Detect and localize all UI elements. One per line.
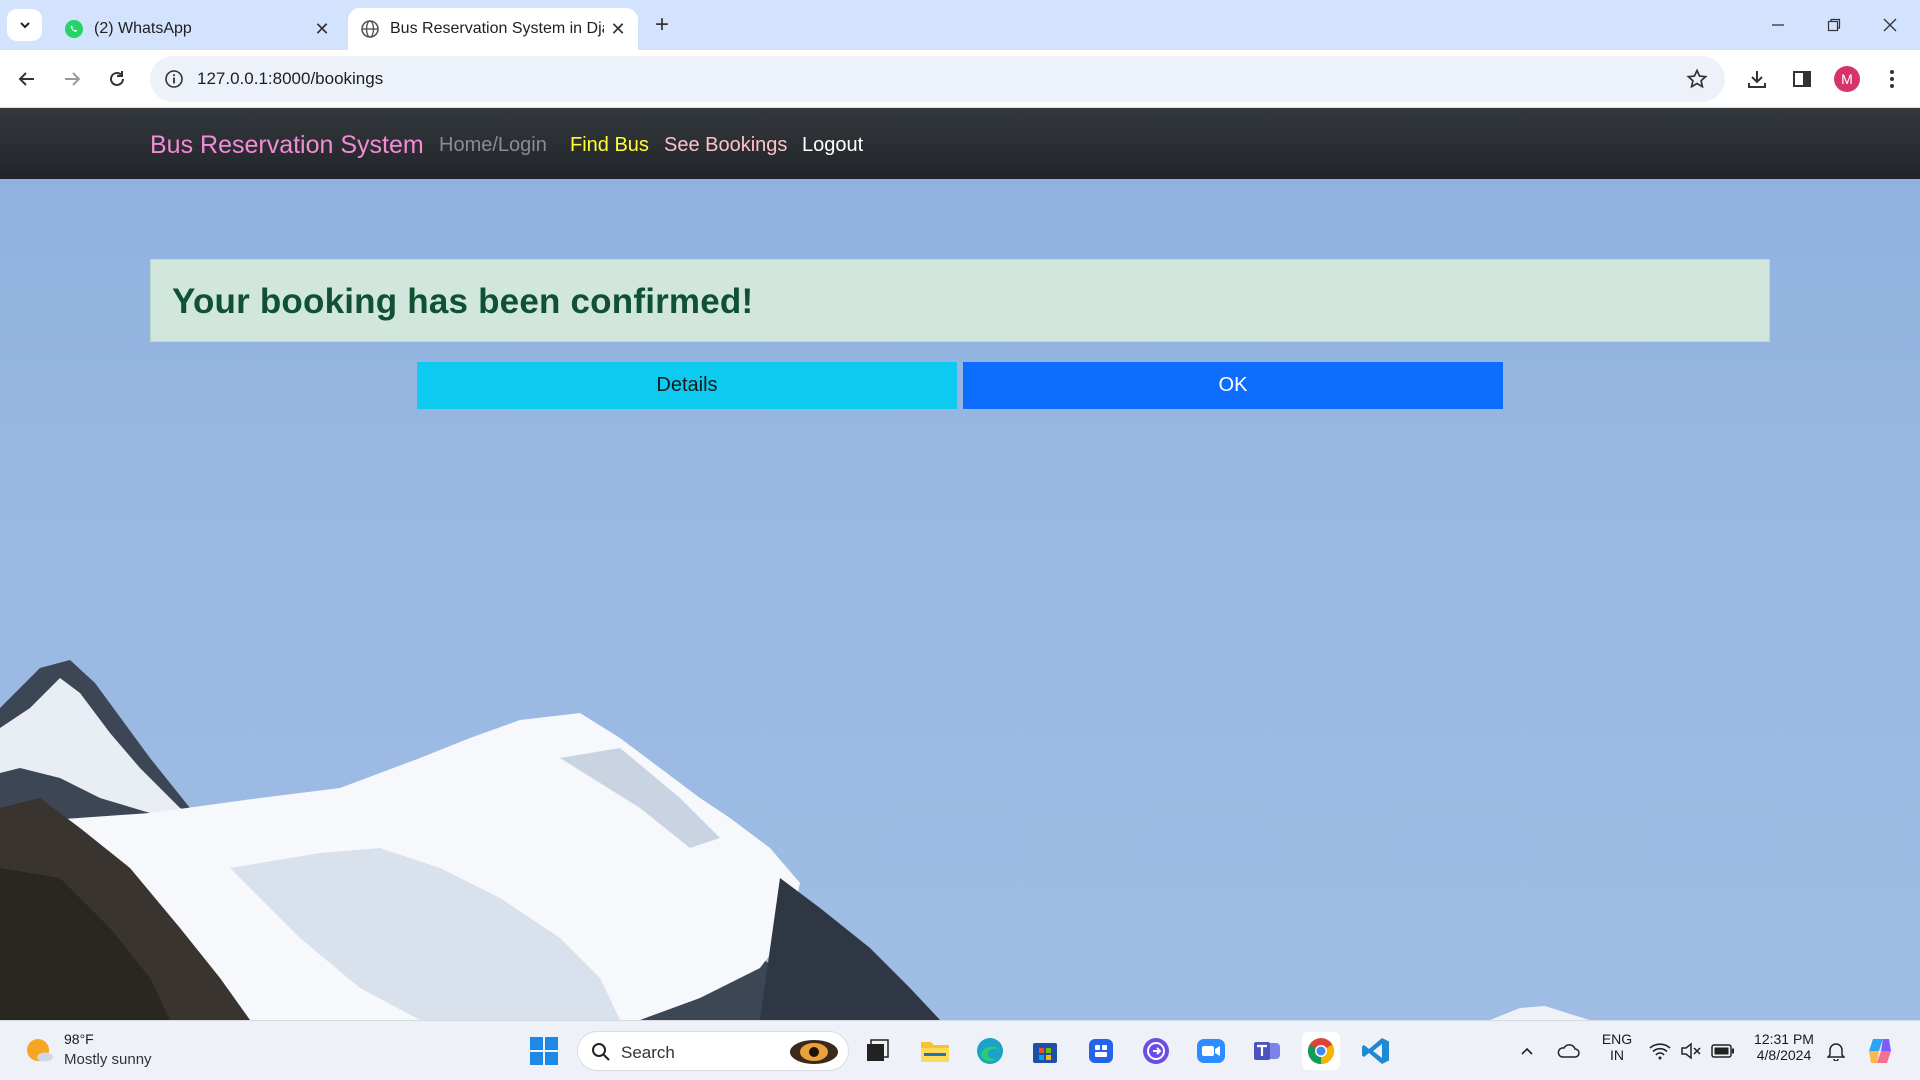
video-camera-icon [1197, 1039, 1225, 1063]
side-panel-button[interactable] [1784, 61, 1820, 97]
downloads-button[interactable] [1739, 61, 1775, 97]
close-icon [1883, 18, 1897, 32]
back-arrow-icon [18, 72, 34, 86]
windows-taskbar: 98°F Mostly sunny Search ENG IN 12:31 PM… [0, 1020, 1920, 1080]
show-hidden-icons-button[interactable] [1508, 1032, 1546, 1070]
download-icon [1748, 71, 1766, 88]
nav-logout[interactable]: Logout [802, 134, 863, 157]
reload-button[interactable] [99, 61, 135, 97]
globe-icon [361, 20, 379, 38]
chevron-up-icon [1521, 1047, 1533, 1055]
arrow-circle-icon [1143, 1038, 1169, 1064]
onedrive-button[interactable] [1549, 1032, 1587, 1070]
reload-icon [110, 71, 124, 86]
task-view-button[interactable] [858, 1032, 896, 1070]
start-button[interactable] [525, 1032, 563, 1070]
app-grid-icon [1089, 1039, 1113, 1063]
web-page: Bus Reservation System Home/Login Find B… [0, 108, 1920, 1020]
bell-icon [1827, 1043, 1845, 1061]
whatsapp-icon [65, 20, 83, 38]
wifi-button[interactable] [1645, 1032, 1675, 1070]
site-info-icon[interactable] [162, 67, 186, 91]
address-bar[interactable]: 127.0.0.1:8000/bookings [150, 56, 1725, 102]
edge-button[interactable] [971, 1032, 1009, 1070]
folder-icon [921, 1042, 949, 1062]
volume-muted-icon [1681, 1042, 1701, 1060]
task-view-icon [867, 1039, 889, 1061]
vscode-button[interactable] [1357, 1032, 1395, 1070]
chevron-down-icon [19, 22, 30, 29]
back-button[interactable] [9, 61, 45, 97]
side-panel-icon [1793, 71, 1811, 87]
search-icon [592, 1043, 610, 1061]
chrome-icon [1307, 1038, 1335, 1065]
tab-title: (2) WhatsApp [94, 20, 192, 37]
store-icon [1033, 1043, 1057, 1063]
chrome-button[interactable] [1302, 1032, 1340, 1070]
site-navbar: Bus Reservation System Home/Login Find B… [0, 108, 1920, 179]
language-code: ENG [1601, 1031, 1633, 1047]
wifi-icon [1649, 1043, 1671, 1060]
weather-sun-icon[interactable] [25, 1035, 55, 1065]
edge-icon [977, 1038, 1003, 1064]
app-button-blue[interactable] [1082, 1032, 1120, 1070]
copilot-button[interactable] [1861, 1032, 1899, 1070]
browser-menu-button[interactable] [1874, 61, 1910, 97]
language-indicator[interactable]: ENG IN [1594, 1031, 1640, 1063]
tab-whatsapp[interactable]: (2) WhatsApp ✕ [52, 8, 342, 50]
zoom-button[interactable] [1192, 1032, 1230, 1070]
nav-see-bookings[interactable]: See Bookings [664, 134, 787, 157]
close-tab-icon[interactable]: ✕ [308, 15, 336, 43]
minimize-button[interactable] [1750, 0, 1806, 50]
url-text[interactable]: 127.0.0.1:8000/bookings [197, 69, 383, 89]
taskbar-search-box[interactable]: Search [577, 1031, 849, 1071]
battery-button[interactable] [1707, 1032, 1739, 1070]
weather-description[interactable]: Mostly sunny [64, 1051, 152, 1068]
browser-toolbar: 127.0.0.1:8000/bookings [0, 50, 1920, 108]
mountain-background-image [0, 660, 1590, 1020]
site-brand[interactable]: Bus Reservation System [150, 131, 424, 160]
tab-title: Bus Reservation System in Django [390, 20, 604, 37]
vscode-icon [1362, 1038, 1389, 1064]
tab-bus-reservation[interactable]: Bus Reservation System in Django ✕ [348, 8, 638, 50]
copilot-icon [1869, 1039, 1891, 1063]
language-region: IN [1610, 1047, 1624, 1063]
search-label: Search [621, 1043, 675, 1062]
clock-date: 4/8/2024 [1756, 1047, 1812, 1063]
ok-button[interactable]: OK [963, 362, 1503, 409]
close-tab-icon[interactable]: ✕ [604, 15, 632, 43]
notifications-button[interactable] [1821, 1032, 1851, 1070]
restore-icon [1827, 18, 1841, 32]
close-window-button[interactable] [1862, 0, 1918, 50]
teams-button[interactable] [1248, 1032, 1286, 1070]
forward-arrow-icon [65, 72, 81, 86]
microsoft-store-button[interactable] [1026, 1032, 1064, 1070]
more-vertical-icon [1890, 70, 1894, 88]
nav-home-login[interactable]: Home/Login [439, 134, 547, 157]
profile-avatar[interactable]: M [1834, 66, 1860, 92]
restore-button[interactable] [1806, 0, 1862, 50]
tab-search-button[interactable] [7, 9, 42, 41]
file-explorer-button[interactable] [916, 1032, 954, 1070]
alert-message: Your booking has been confirmed! [172, 282, 754, 321]
teams-icon [1254, 1042, 1280, 1060]
weather-temperature[interactable]: 98°F [64, 1031, 94, 1047]
minimize-icon [1772, 24, 1784, 26]
forward-button[interactable] [54, 61, 90, 97]
nav-find-bus[interactable]: Find Bus [570, 134, 649, 157]
search-highlight-icon [790, 1040, 838, 1064]
battery-icon [1711, 1044, 1734, 1058]
windows-logo-icon [530, 1037, 558, 1065]
app-button-purple[interactable] [1137, 1032, 1175, 1070]
clock[interactable]: 12:31 PM 4/8/2024 [1744, 1031, 1824, 1063]
booking-confirmation-alert: Your booking has been confirmed! [150, 259, 1770, 342]
cloud-icon [1557, 1044, 1580, 1058]
browser-tab-strip: (2) WhatsApp ✕ Bus Reservation System in… [0, 0, 1920, 50]
volume-button[interactable] [1676, 1032, 1706, 1070]
clock-time: 12:31 PM [1754, 1031, 1814, 1047]
bookmark-star-icon[interactable] [1685, 67, 1709, 91]
details-button[interactable]: Details [417, 362, 957, 409]
new-tab-button[interactable]: + [648, 11, 676, 39]
